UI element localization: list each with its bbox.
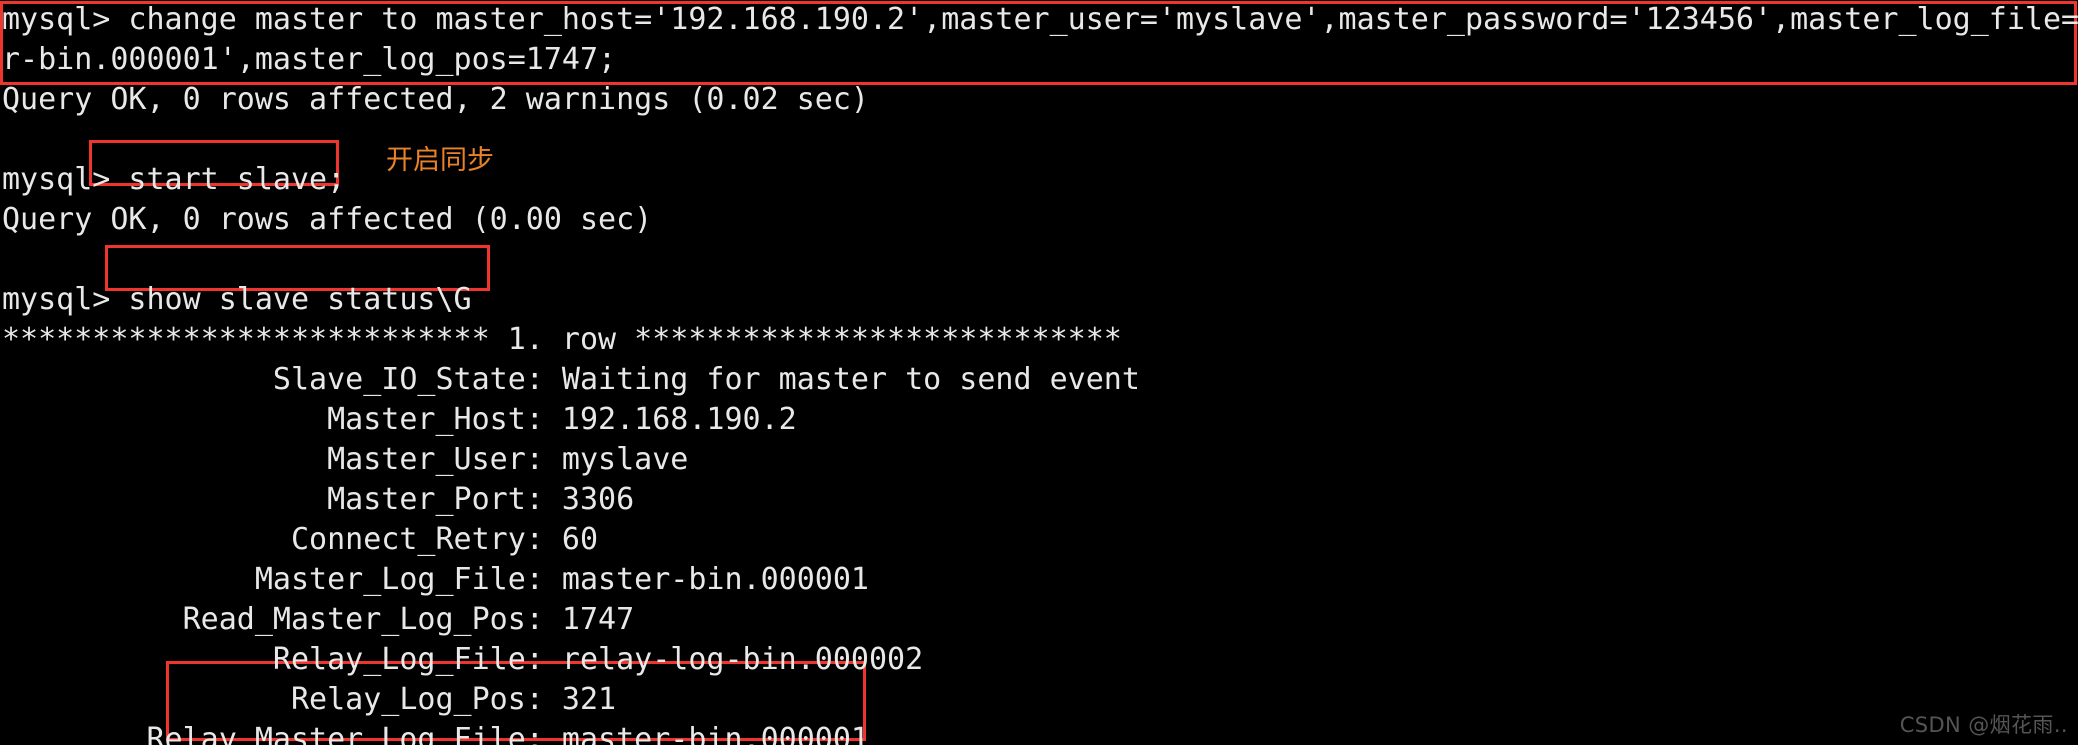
terminal-output: mysql> change master to master_host='192…: [0, 0, 2078, 745]
terminal-line: Master_Host: 192.168.190.2: [2, 402, 797, 437]
terminal-line: Relay_Master_Log_File: master-bin.000001: [2, 722, 869, 745]
terminal-line: mysql> change master to master_host='192…: [2, 2, 2078, 37]
terminal-line: mysql> start slave;: [2, 162, 346, 197]
terminal-line: Relay_Log_File: relay-log-bin.000002: [2, 642, 924, 677]
terminal-line: *************************** 1. row *****…: [2, 322, 1122, 357]
terminal-line: Relay_Log_Pos: 321: [2, 682, 617, 717]
terminal-line: mysql> show slave status\G: [2, 282, 472, 317]
terminal-line: Connect_Retry: 60: [2, 522, 599, 557]
terminal-line: Master_Log_File: master-bin.000001: [2, 562, 869, 597]
terminal-line: Slave_IO_State: Waiting for master to se…: [2, 362, 1140, 397]
terminal-line: Read_Master_Log_Pos: 1747: [2, 602, 635, 637]
terminal-line: Query OK, 0 rows affected (0.00 sec): [2, 202, 653, 237]
terminal-line: Master_Port: 3306: [2, 482, 635, 517]
terminal-line: Master_User: myslave: [2, 442, 689, 477]
terminal-line: Query OK, 0 rows affected, 2 warnings (0…: [2, 82, 869, 117]
terminal-window[interactable]: mysql> change master to master_host='192…: [0, 0, 2078, 745]
terminal-line: r-bin.000001',master_log_pos=1747;: [2, 42, 617, 77]
